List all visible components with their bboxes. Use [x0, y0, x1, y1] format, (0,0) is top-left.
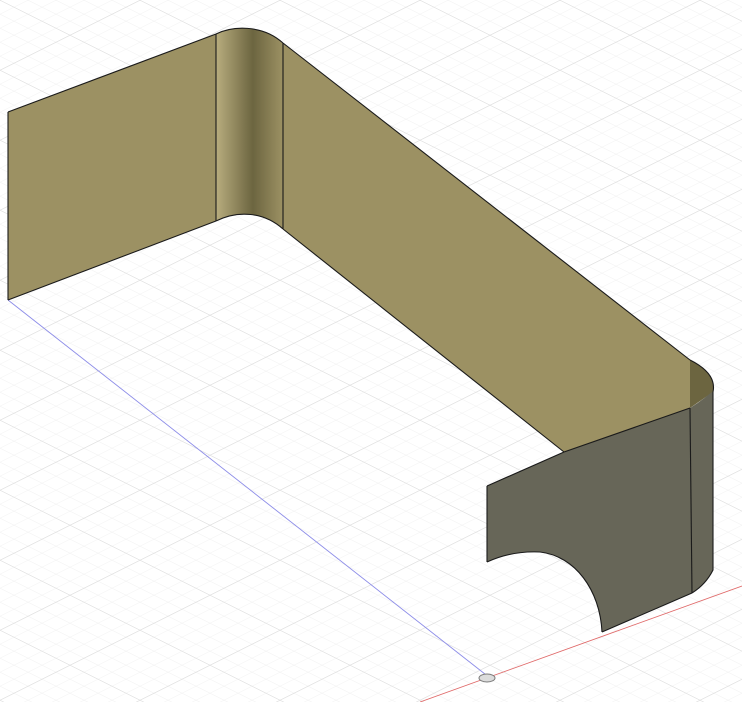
viewport-canvas[interactable] — [0, 0, 742, 702]
3d-viewport[interactable] — [0, 0, 742, 702]
left-bend-face[interactable] — [216, 28, 283, 230]
origin-icon[interactable] — [478, 673, 496, 683]
